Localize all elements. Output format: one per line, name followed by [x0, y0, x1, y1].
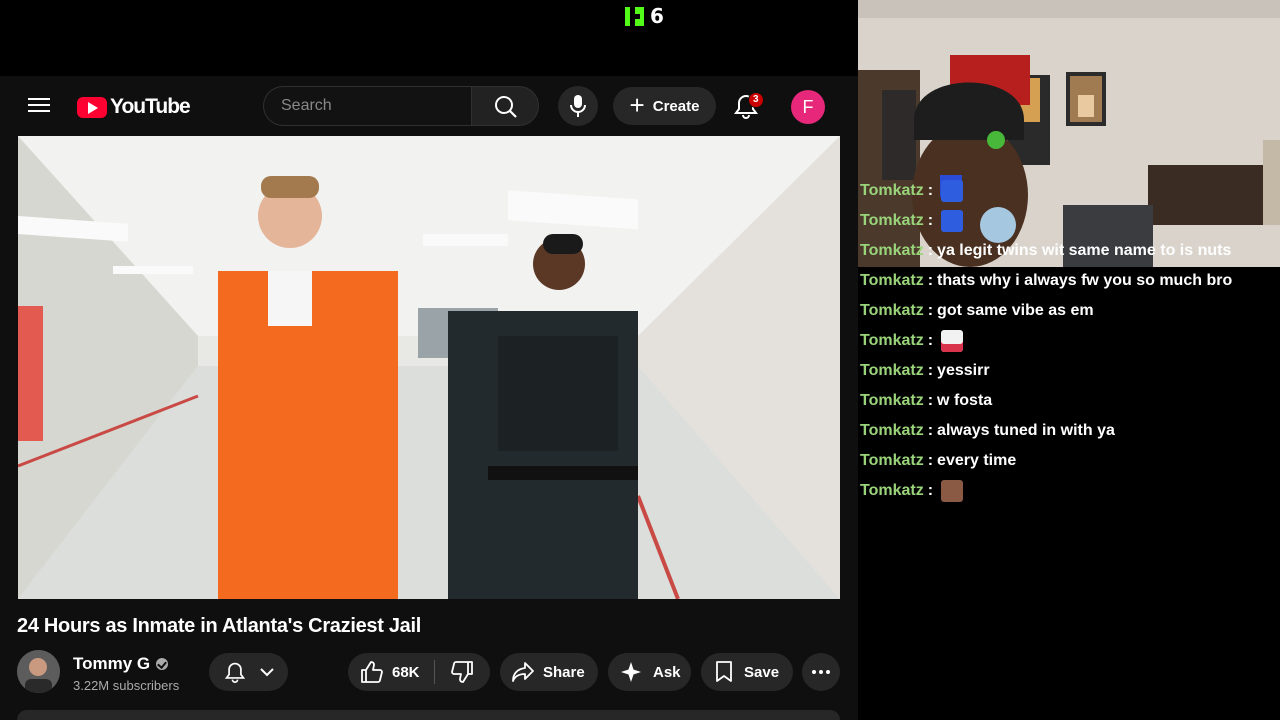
screen: 6 YouTube Search + Create 3 F 24 Hours a…: [0, 0, 1280, 720]
chat-message-text: w fosta: [937, 392, 993, 409]
description-box-edge: [17, 710, 840, 720]
chat-message-text: thats why i always fw you so much bro: [937, 272, 1233, 289]
youtube-logo-text: YouTube: [110, 95, 191, 118]
ask-button[interactable]: Ask: [608, 653, 691, 691]
stream-top-bar: 6: [0, 0, 858, 76]
like-button[interactable]: 68K: [348, 660, 434, 684]
microphone-icon: [570, 95, 586, 117]
viewer-counter: 6: [625, 4, 664, 28]
voice-search-button[interactable]: [558, 86, 598, 126]
share-arrow-icon: [512, 662, 534, 682]
dislike-button[interactable]: [435, 660, 474, 684]
notification-badge: 3: [748, 92, 764, 108]
sparkle-icon: [621, 662, 641, 682]
chat-message: Tomkatz: thats why i always fw you so muc…: [858, 266, 1280, 296]
share-label: Share: [543, 663, 585, 681]
chat-message-text: got same vibe as em: [937, 302, 1094, 319]
chat-message: Tomkatz: yessirr: [858, 356, 1280, 386]
chat-separator: :: [927, 482, 934, 499]
search-input[interactable]: Search: [263, 86, 471, 126]
chat-message: Tomkatz: always tuned in with ya: [858, 416, 1280, 446]
ask-label: Ask: [653, 663, 681, 681]
chat-message: Tomkatz: every time: [858, 446, 1280, 476]
chevron-down-icon: [259, 668, 274, 677]
chat-separator: :: [927, 182, 934, 199]
chat-separator: :: [927, 242, 934, 259]
channel-name[interactable]: Tommy G: [73, 654, 169, 674]
chat-separator: :: [927, 392, 934, 409]
account-avatar[interactable]: F: [791, 90, 825, 124]
youtube-header: YouTube Search + Create 3 F: [0, 76, 858, 138]
chat-message: Tomkatz:: [858, 206, 1280, 236]
chat-separator: :: [927, 332, 934, 349]
verified-check-icon: [156, 658, 169, 670]
youtube-logo[interactable]: YouTube: [77, 95, 191, 119]
chat-separator: :: [927, 302, 934, 319]
viewer-count: 6: [650, 4, 664, 28]
chat-username[interactable]: Tomkatz: [860, 182, 924, 200]
chat-separator: :: [927, 452, 934, 469]
chat-panel: Tomkatz: Tomkatz: Tomkatz: ya legit twins w…: [858, 176, 1280, 506]
chat-message: Tomkatz: got same vibe as em: [858, 296, 1280, 326]
video-frame-image: [18, 136, 840, 599]
hamburger-menu-icon[interactable]: [26, 94, 52, 120]
chat-username[interactable]: Tomkatz: [860, 332, 924, 350]
chat-message: Tomkatz:: [858, 476, 1280, 506]
save-label: Save: [744, 663, 780, 681]
create-label: Create: [652, 97, 700, 115]
chat-username[interactable]: Tomkatz: [860, 302, 924, 320]
more-horizontal-icon: [812, 670, 830, 674]
youtube-play-icon: [77, 96, 107, 118]
chat-message-text: ya legit twins wit same name to is nuts: [937, 242, 1232, 259]
chat-username[interactable]: Tomkatz: [860, 362, 924, 380]
chat-username[interactable]: Tomkatz: [860, 272, 924, 290]
chat-username[interactable]: Tomkatz: [860, 212, 924, 230]
search-button[interactable]: [471, 86, 539, 126]
blue-emote-icon: [941, 210, 964, 232]
ghost-emote-icon: [941, 330, 964, 352]
chat-message: Tomkatz: ya legit twins wit same name to …: [858, 236, 1280, 266]
plus-icon: +: [629, 90, 645, 120]
bell-icon: [224, 662, 245, 683]
subscription-notify-button[interactable]: [209, 653, 288, 691]
channel-avatar[interactable]: [17, 650, 60, 693]
save-button[interactable]: Save: [701, 653, 793, 691]
chat-separator: :: [927, 422, 934, 439]
chat-message: Tomkatz: w fosta: [858, 386, 1280, 416]
like-count: 68K: [392, 663, 420, 681]
share-button[interactable]: Share: [500, 653, 598, 691]
chat-username[interactable]: Tomkatz: [860, 242, 924, 260]
chat-separator: :: [927, 362, 934, 379]
chat-message: Tomkatz:: [858, 176, 1280, 206]
chat-username[interactable]: Tomkatz: [860, 452, 924, 470]
youtube-window: YouTube Search + Create 3 F 24 Hours as …: [0, 76, 858, 720]
chat-username[interactable]: Tomkatz: [860, 482, 924, 500]
chat-message-text: always tuned in with ya: [937, 422, 1115, 439]
chat-message: Tomkatz:: [858, 326, 1280, 356]
chat-separator: :: [927, 272, 934, 289]
like-dislike-group: 68K: [348, 653, 490, 691]
search-icon: [495, 96, 517, 118]
chat-message-text: yessirr: [937, 362, 990, 379]
video-player[interactable]: [18, 136, 840, 599]
chat-username[interactable]: Tomkatz: [860, 422, 924, 440]
more-actions-button[interactable]: [802, 653, 840, 691]
chat-separator: :: [927, 212, 934, 229]
video-title: 24 Hours as Inmate in Atlanta's Craziest…: [17, 615, 422, 637]
subscriber-count: 3.22M subscribers: [73, 678, 180, 693]
thumbs-down-icon: [451, 661, 473, 683]
channel-name-text: Tommy G: [73, 654, 151, 673]
kick-logo-icon: [625, 6, 644, 26]
create-button[interactable]: + Create: [613, 87, 716, 125]
chat-username[interactable]: Tomkatz: [860, 392, 924, 410]
chat-message-text: every time: [937, 452, 1017, 469]
bookmark-icon: [716, 661, 732, 682]
blue-emote-icon: [941, 180, 964, 202]
notifications-button[interactable]: 3: [733, 92, 764, 122]
thumbs-up-icon: [361, 661, 383, 683]
person-emote-icon: [941, 480, 964, 502]
channel-avatar-image: [17, 650, 60, 693]
